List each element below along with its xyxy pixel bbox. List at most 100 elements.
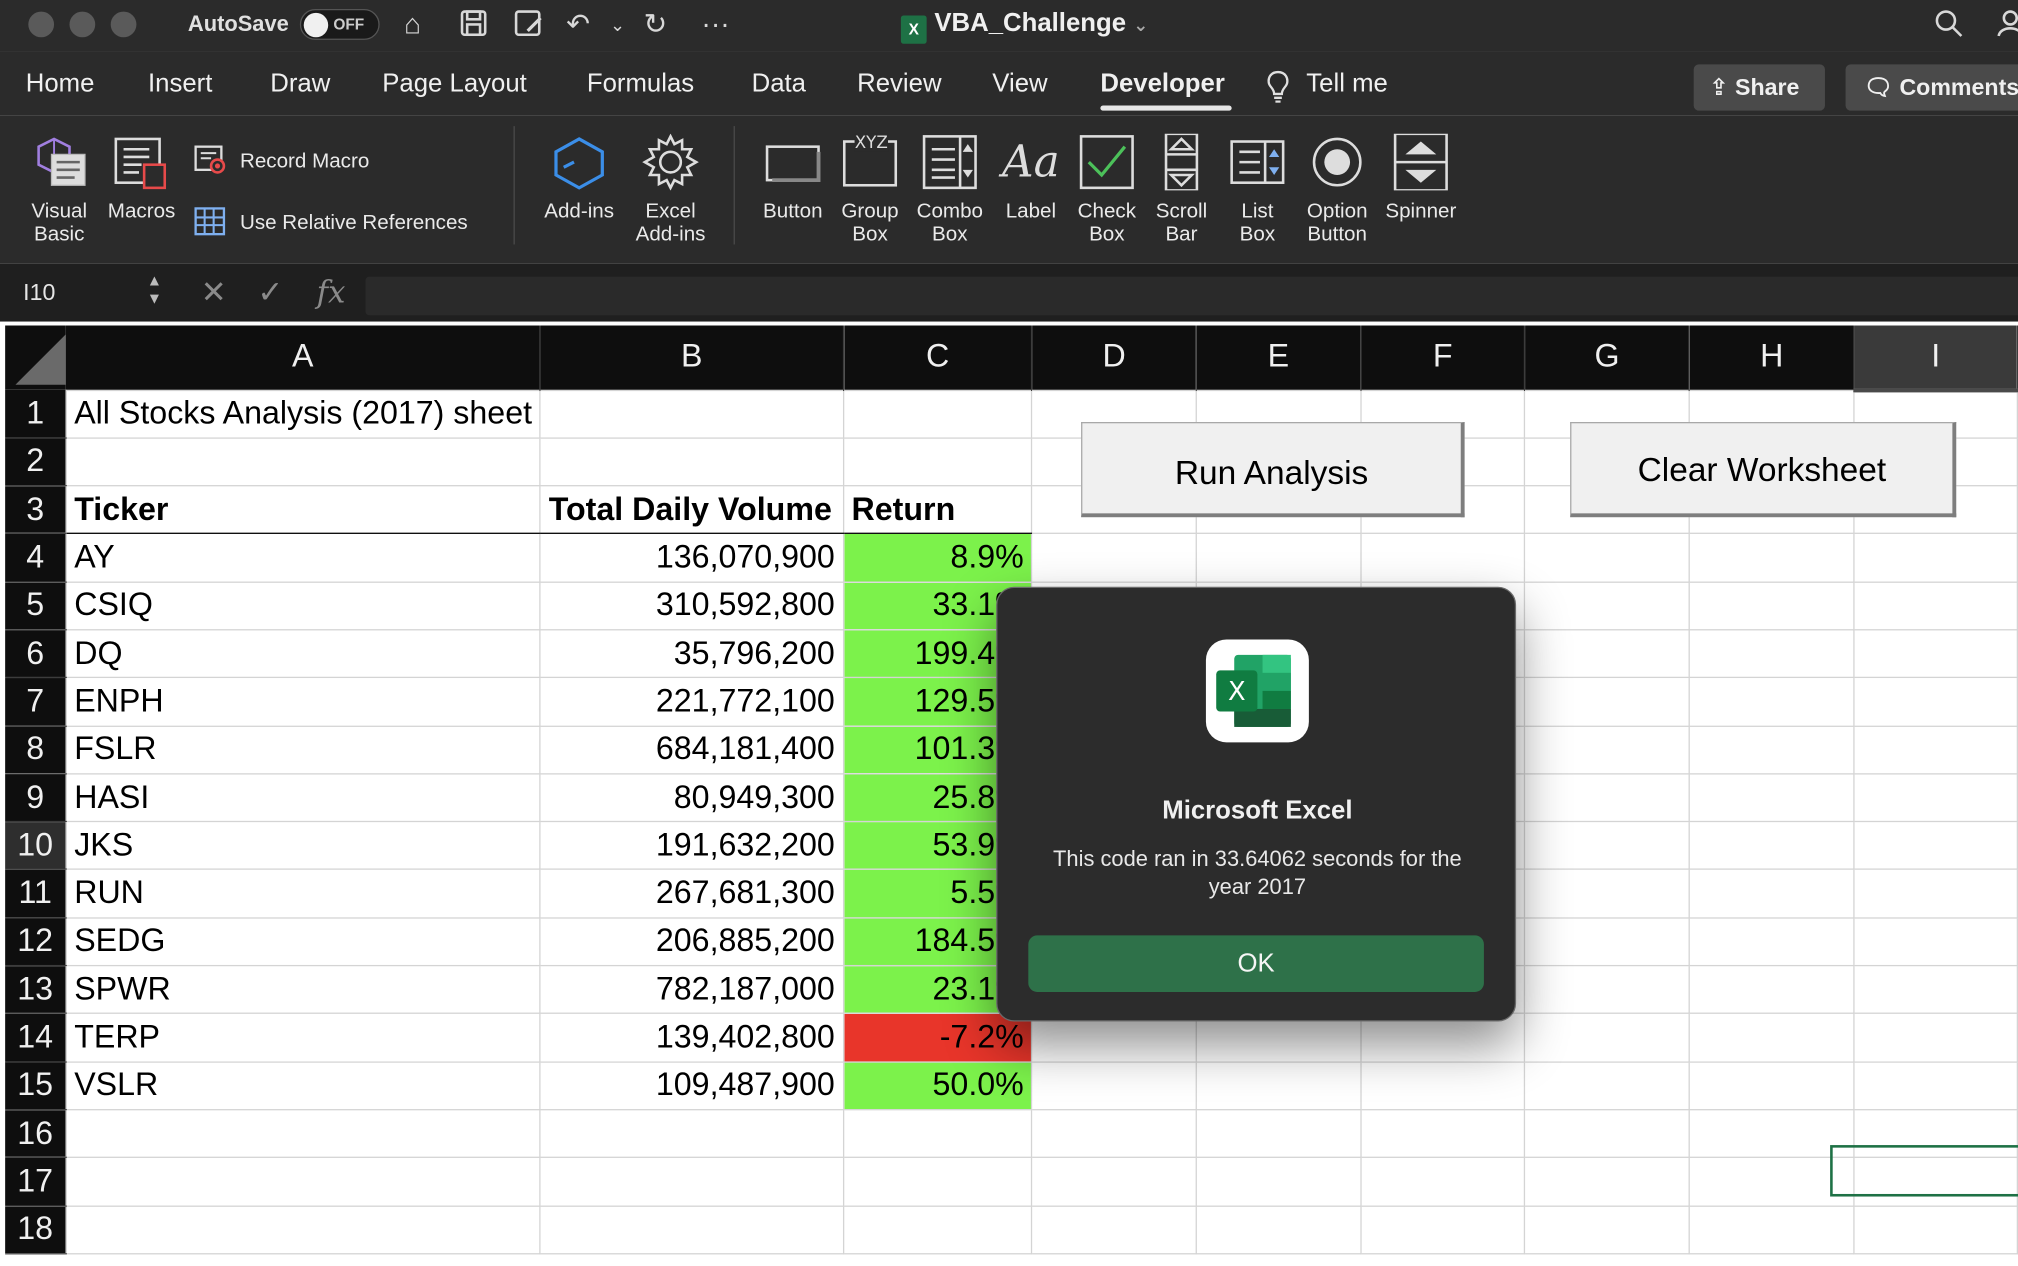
cell-i14[interactable] — [1853, 1013, 2018, 1063]
save-icon[interactable] — [458, 5, 489, 44]
cell-h14[interactable] — [1688, 1013, 1855, 1063]
cell-b4[interactable]: 136,070,900 — [539, 533, 844, 583]
cell-f16[interactable] — [1360, 1108, 1526, 1159]
row-header[interactable]: 17 — [5, 1157, 66, 1207]
cell-c4[interactable]: 8.9% — [842, 533, 1033, 583]
cell-g12[interactable] — [1524, 917, 1690, 967]
row-header[interactable]: 3 — [5, 485, 66, 535]
add-ins-button[interactable]: Add-ins — [535, 134, 623, 224]
cell-h5[interactable] — [1688, 581, 1855, 631]
cell-h4[interactable] — [1688, 533, 1855, 583]
visual-basic-button[interactable]: Visual Basic — [23, 134, 95, 247]
cell-g18[interactable] — [1524, 1204, 1690, 1255]
row-header[interactable]: 6 — [5, 629, 66, 679]
cell-a5[interactable]: CSIQ — [65, 581, 542, 631]
cell-a8[interactable]: FSLR — [65, 725, 542, 775]
cell-i7[interactable] — [1853, 677, 2018, 727]
record-macro-button[interactable]: Record Macro — [193, 142, 369, 175]
cell-a11[interactable]: RUN — [65, 869, 542, 919]
column-header-a[interactable]: A — [65, 325, 542, 390]
cell-b16[interactable] — [539, 1108, 844, 1159]
cell-f18[interactable] — [1360, 1204, 1526, 1255]
cell-i6[interactable] — [1853, 629, 2018, 679]
column-header-i[interactable]: I — [1854, 325, 2018, 392]
cell-i4[interactable] — [1853, 533, 2018, 583]
search-icon[interactable] — [1933, 5, 1964, 44]
cell-i12[interactable] — [1853, 917, 2018, 967]
cell-b9[interactable]: 80,949,300 — [539, 773, 844, 823]
column-header-d[interactable]: D — [1032, 325, 1197, 390]
tab-view[interactable]: View — [992, 69, 1047, 99]
cell-h12[interactable] — [1688, 917, 1855, 967]
combo-box-control[interactable]: Combo Box — [911, 134, 988, 247]
cell-a4[interactable]: AY — [65, 533, 542, 583]
cell-b15[interactable]: 109,487,900 — [539, 1060, 844, 1111]
cell-a15[interactable]: VSLR — [65, 1060, 542, 1111]
spinner-control[interactable]: Spinner — [1380, 133, 1462, 224]
tab-review[interactable]: Review — [857, 69, 941, 99]
cell-h18[interactable] — [1688, 1204, 1855, 1255]
cell-a12[interactable]: SEDG — [65, 917, 542, 967]
cell-e18[interactable] — [1195, 1204, 1362, 1255]
cell-g15[interactable] — [1524, 1060, 1690, 1111]
chevron-down-icon[interactable]: ⌄ — [1133, 14, 1148, 35]
cell-a2[interactable] — [65, 437, 542, 487]
cell-h11[interactable] — [1688, 869, 1855, 919]
row-header[interactable]: 1 — [5, 389, 66, 439]
cell-c3[interactable]: Return — [842, 485, 1033, 535]
cell-h10[interactable] — [1688, 821, 1855, 871]
group-box-control[interactable]: XYZ Group Box — [837, 133, 904, 247]
row-header[interactable]: 16 — [5, 1109, 66, 1159]
tab-home[interactable]: Home — [26, 69, 95, 99]
cell-c14[interactable]: -7.2% — [842, 1013, 1033, 1063]
cell-b18[interactable] — [539, 1204, 844, 1255]
cell-g7[interactable] — [1524, 677, 1690, 727]
insert-function-icon[interactable]: fx — [317, 274, 346, 310]
cell-g6[interactable] — [1524, 629, 1690, 679]
column-header-c[interactable]: C — [843, 325, 1033, 390]
cell-f17[interactable] — [1360, 1156, 1526, 1207]
cell-d18[interactable] — [1031, 1204, 1197, 1255]
more-icon[interactable]: ··· — [701, 5, 729, 44]
cell-i18[interactable] — [1853, 1204, 2018, 1255]
cell-d15[interactable] — [1031, 1060, 1197, 1111]
cell-b13[interactable]: 782,187,000 — [539, 965, 844, 1015]
selected-cell-i10[interactable] — [1830, 1145, 2018, 1197]
cell-a13[interactable]: SPWR — [65, 965, 542, 1015]
run-analysis-button[interactable]: Run Analysis — [1081, 422, 1465, 518]
cell-a7[interactable]: ENPH — [65, 677, 542, 727]
column-header-f[interactable]: F — [1360, 325, 1526, 390]
cell-c16[interactable] — [842, 1108, 1033, 1159]
cell-b10[interactable]: 191,632,200 — [539, 821, 844, 871]
cell-a16[interactable] — [65, 1108, 542, 1159]
cell-f15[interactable] — [1360, 1060, 1526, 1111]
cell-h6[interactable] — [1688, 629, 1855, 679]
cell-i15[interactable] — [1853, 1060, 2018, 1111]
cell-b1[interactable] — [539, 389, 844, 439]
form-button-control[interactable]: Button — [754, 134, 831, 224]
list-box-control[interactable]: List Box — [1223, 134, 1292, 247]
cell-b14[interactable]: 139,402,800 — [539, 1013, 844, 1063]
cell-g13[interactable] — [1524, 965, 1690, 1015]
row-header[interactable]: 9 — [5, 773, 66, 823]
comments-button[interactable]: 🗨 Comments — [1845, 64, 2018, 111]
home-icon[interactable]: ⌂ — [404, 5, 421, 44]
cell-g5[interactable] — [1524, 581, 1690, 631]
cell-g14[interactable] — [1524, 1013, 1690, 1063]
macros-button[interactable]: Macros — [103, 134, 180, 224]
row-header[interactable]: 14 — [5, 1013, 66, 1063]
column-header-g[interactable]: G — [1524, 325, 1690, 390]
cell-a1[interactable]: All Stocks Analysis (2017) sheet — [65, 389, 541, 439]
close-window-button[interactable] — [28, 11, 55, 38]
option-button-control[interactable]: Option Button — [1297, 134, 1377, 247]
cell-c15[interactable]: 50.0% — [842, 1060, 1033, 1111]
account-icon[interactable] — [1995, 5, 2018, 44]
row-header[interactable]: 5 — [5, 581, 66, 631]
cell-b5[interactable]: 310,592,800 — [539, 581, 844, 631]
cell-d4[interactable] — [1031, 533, 1197, 583]
check-box-control[interactable]: Check Box — [1071, 134, 1143, 247]
row-header[interactable]: 18 — [5, 1205, 66, 1255]
cell-e4[interactable] — [1195, 533, 1362, 583]
cell-g8[interactable] — [1524, 725, 1690, 775]
save-as-icon[interactable] — [512, 5, 545, 44]
